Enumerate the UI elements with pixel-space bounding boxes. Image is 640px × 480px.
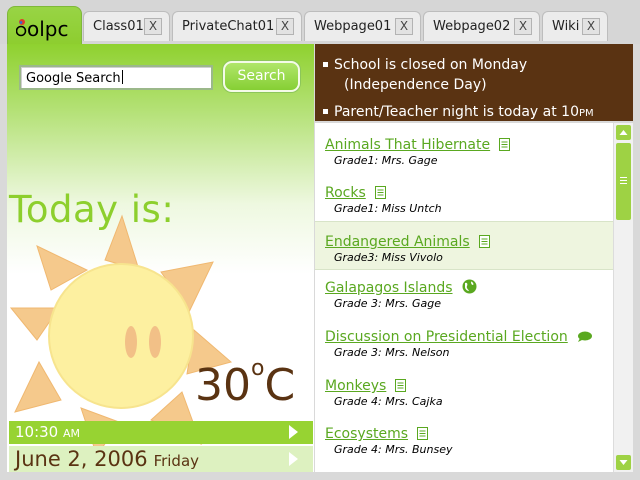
list-item[interactable]: Galapagos Islands Grade 3: Mrs. Gage xyxy=(315,277,613,310)
degree-symbol: o xyxy=(251,356,265,381)
time-display: 10:30 AM xyxy=(15,423,80,441)
chat-bubble-icon xyxy=(577,331,592,342)
tab-close-button[interactable]: X xyxy=(395,18,413,35)
tab-webpage02[interactable]: Webpage02 X xyxy=(423,11,540,41)
tab-close-button[interactable]: X xyxy=(144,18,162,35)
time-value: 10:30 xyxy=(15,423,59,441)
text-caret xyxy=(121,70,123,84)
globe-icon xyxy=(462,279,477,294)
scroll-down-button[interactable] xyxy=(616,455,631,470)
time-bar: 10:30 AM xyxy=(9,421,313,444)
document-icon xyxy=(417,427,429,440)
tab-close-button[interactable]: X xyxy=(276,18,294,35)
tab-close-button[interactable]: X xyxy=(514,18,532,35)
search-input[interactable]: Google Search xyxy=(19,65,213,90)
item-title-link[interactable]: Ecosystems xyxy=(325,426,408,442)
item-subtitle: Grade3: Miss Vivolo xyxy=(334,251,443,264)
announcement-text: Parent/Teacher night is today at 10 xyxy=(334,104,579,120)
date-bar: June 2, 2006 Friday xyxy=(9,446,313,472)
olpc-logo: olpc xyxy=(16,17,68,41)
item-subtitle: Grade1: Miss Untch xyxy=(334,202,442,215)
temperature-reading: 30oC xyxy=(195,356,296,411)
tab-privatechat01[interactable]: PrivateChat01 X xyxy=(172,11,302,41)
list-item[interactable]: Rocks Grade1: Miss Untch xyxy=(315,182,613,215)
scroll-up-button[interactable] xyxy=(616,125,631,140)
item-title-link[interactable]: Endangered Animals xyxy=(325,234,470,250)
item-subtitle: Grade 3: Mrs. Nelson xyxy=(334,346,450,359)
time-arrow-icon[interactable] xyxy=(289,425,298,439)
announcement-suffix: PM xyxy=(578,108,594,119)
date-weekday: Friday xyxy=(153,452,200,470)
tab-label: Wiki xyxy=(552,19,580,34)
list-scrollbar[interactable] xyxy=(613,123,633,472)
item-title-link[interactable]: Animals That Hibernate xyxy=(325,137,490,153)
tab-class01[interactable]: Class01 X xyxy=(83,11,170,41)
grip-line xyxy=(620,180,627,181)
document-icon xyxy=(395,379,407,392)
grip-line xyxy=(620,177,627,178)
item-title-link[interactable]: Monkeys xyxy=(325,378,386,394)
tab-webpage01[interactable]: Webpage01 X xyxy=(304,11,421,41)
announcement-text: (Independence Day) xyxy=(344,77,487,93)
item-subtitle: Grade 4: Mrs. Bunsey xyxy=(334,443,453,456)
item-title-link[interactable]: Discussion on Presidential Election xyxy=(325,329,568,345)
chevron-up-icon xyxy=(619,130,628,135)
tab-label: PrivateChat01 xyxy=(182,19,275,34)
date-value: June 2, 2006 xyxy=(15,447,148,471)
temperature-value: 30 xyxy=(195,360,251,411)
item-title-link[interactable]: Galapagos Islands xyxy=(325,280,453,296)
list-item[interactable]: Monkeys Grade 4: Mrs. Cajka xyxy=(315,375,613,408)
grip-line xyxy=(620,183,627,184)
date-display: June 2, 2006 Friday xyxy=(15,447,199,471)
tab-home[interactable]: olpc xyxy=(7,6,82,46)
logo-text: olpc xyxy=(27,17,68,41)
item-subtitle: Grade1: Mrs. Gage xyxy=(334,154,438,167)
item-title-link[interactable]: Rocks xyxy=(325,185,366,201)
temperature-unit: C xyxy=(264,360,296,411)
tab-label: Webpage01 xyxy=(314,19,392,34)
tab-wiki[interactable]: Wiki X xyxy=(542,11,608,41)
list-item[interactable]: Ecosystems Grade 4: Mrs. Bunsey xyxy=(315,423,613,456)
row-divider xyxy=(315,269,613,270)
activity-list: Animals That Hibernate Grade1: Mrs. Gage… xyxy=(315,123,613,472)
document-icon xyxy=(478,235,490,248)
announcement-text: School is closed on Monday xyxy=(334,57,528,73)
announcement-item: School is closed on Monday (Independence… xyxy=(323,55,633,95)
list-item[interactable]: Animals That Hibernate Grade1: Mrs. Gage xyxy=(315,134,613,167)
date-arrow-icon[interactable] xyxy=(289,452,298,466)
scrollbar-thumb[interactable] xyxy=(616,143,631,220)
tab-close-button[interactable]: X xyxy=(582,18,600,35)
search-button[interactable]: Search xyxy=(223,61,300,92)
search-input-value: Google Search xyxy=(26,71,121,86)
tab-label: Webpage02 xyxy=(433,19,511,34)
document-icon xyxy=(499,138,511,151)
tab-label: Class01 xyxy=(93,19,144,34)
announcement-item: Parent/Teacher night is today at 10PM xyxy=(323,102,633,124)
item-subtitle: Grade 3: Mrs. Gage xyxy=(334,297,441,310)
list-item[interactable]: Discussion on Presidential Election Grad… xyxy=(315,326,613,359)
item-subtitle: Grade 4: Mrs. Cajka xyxy=(334,395,443,408)
chevron-down-icon xyxy=(619,460,628,465)
list-item[interactable]: Endangered Animals Grade3: Miss Vivolo xyxy=(315,222,613,269)
home-panel: Google Search Search Today is: 30oC 10:3… xyxy=(7,44,314,472)
document-icon xyxy=(374,186,386,199)
announcements-panel: School is closed on Monday (Independence… xyxy=(315,44,633,121)
time-ampm: AM xyxy=(63,427,81,440)
tab-bar: olpc Class01 X PrivateChat01 X Webpage01… xyxy=(0,0,640,46)
